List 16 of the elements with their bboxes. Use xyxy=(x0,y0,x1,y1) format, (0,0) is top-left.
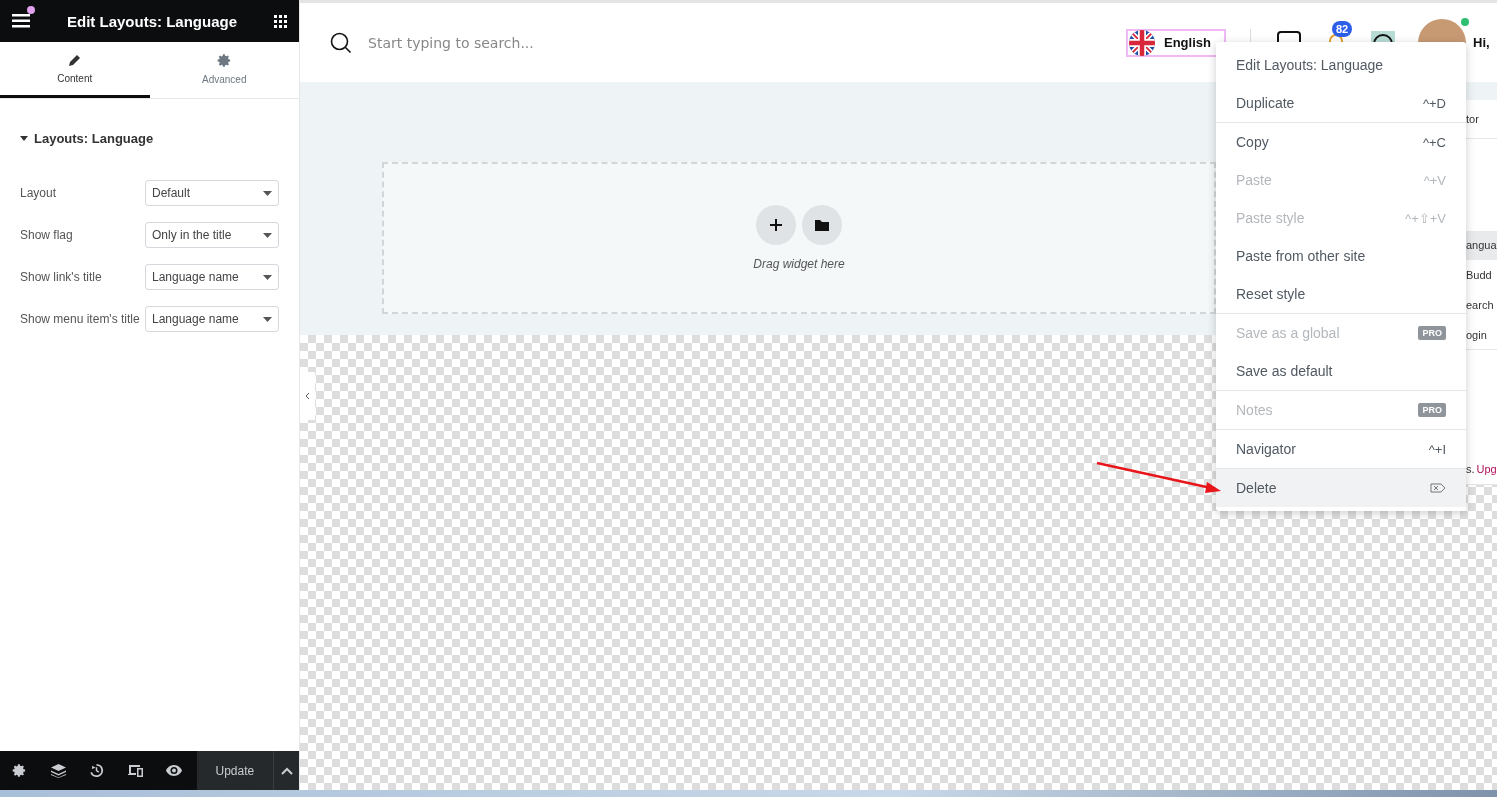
section-title: Layouts: Language xyxy=(34,131,154,146)
shortcut-text: ^+I xyxy=(1428,441,1446,457)
control-label: Layout xyxy=(20,186,57,200)
shortcut-text: ^+C xyxy=(1422,134,1446,150)
panel-title: Edit Layouts: Language xyxy=(67,12,237,30)
pro-badge: PRO xyxy=(1418,326,1446,340)
control-label: Show link's title xyxy=(20,270,102,284)
shortcut-text: ^+D xyxy=(1422,95,1446,111)
pro-badge: PRO xyxy=(1418,403,1446,417)
control-label: Show menu item's title xyxy=(20,312,140,326)
notification-badge: 82 xyxy=(1332,20,1353,37)
shortcut-text: ^+⇧+V xyxy=(1405,210,1446,226)
drop-hint: Drag widget here xyxy=(753,257,845,271)
greeting: Hi, xyxy=(1473,35,1490,50)
control-label: Show flag xyxy=(20,228,73,242)
shortcut-text: ^+V xyxy=(1423,172,1446,188)
